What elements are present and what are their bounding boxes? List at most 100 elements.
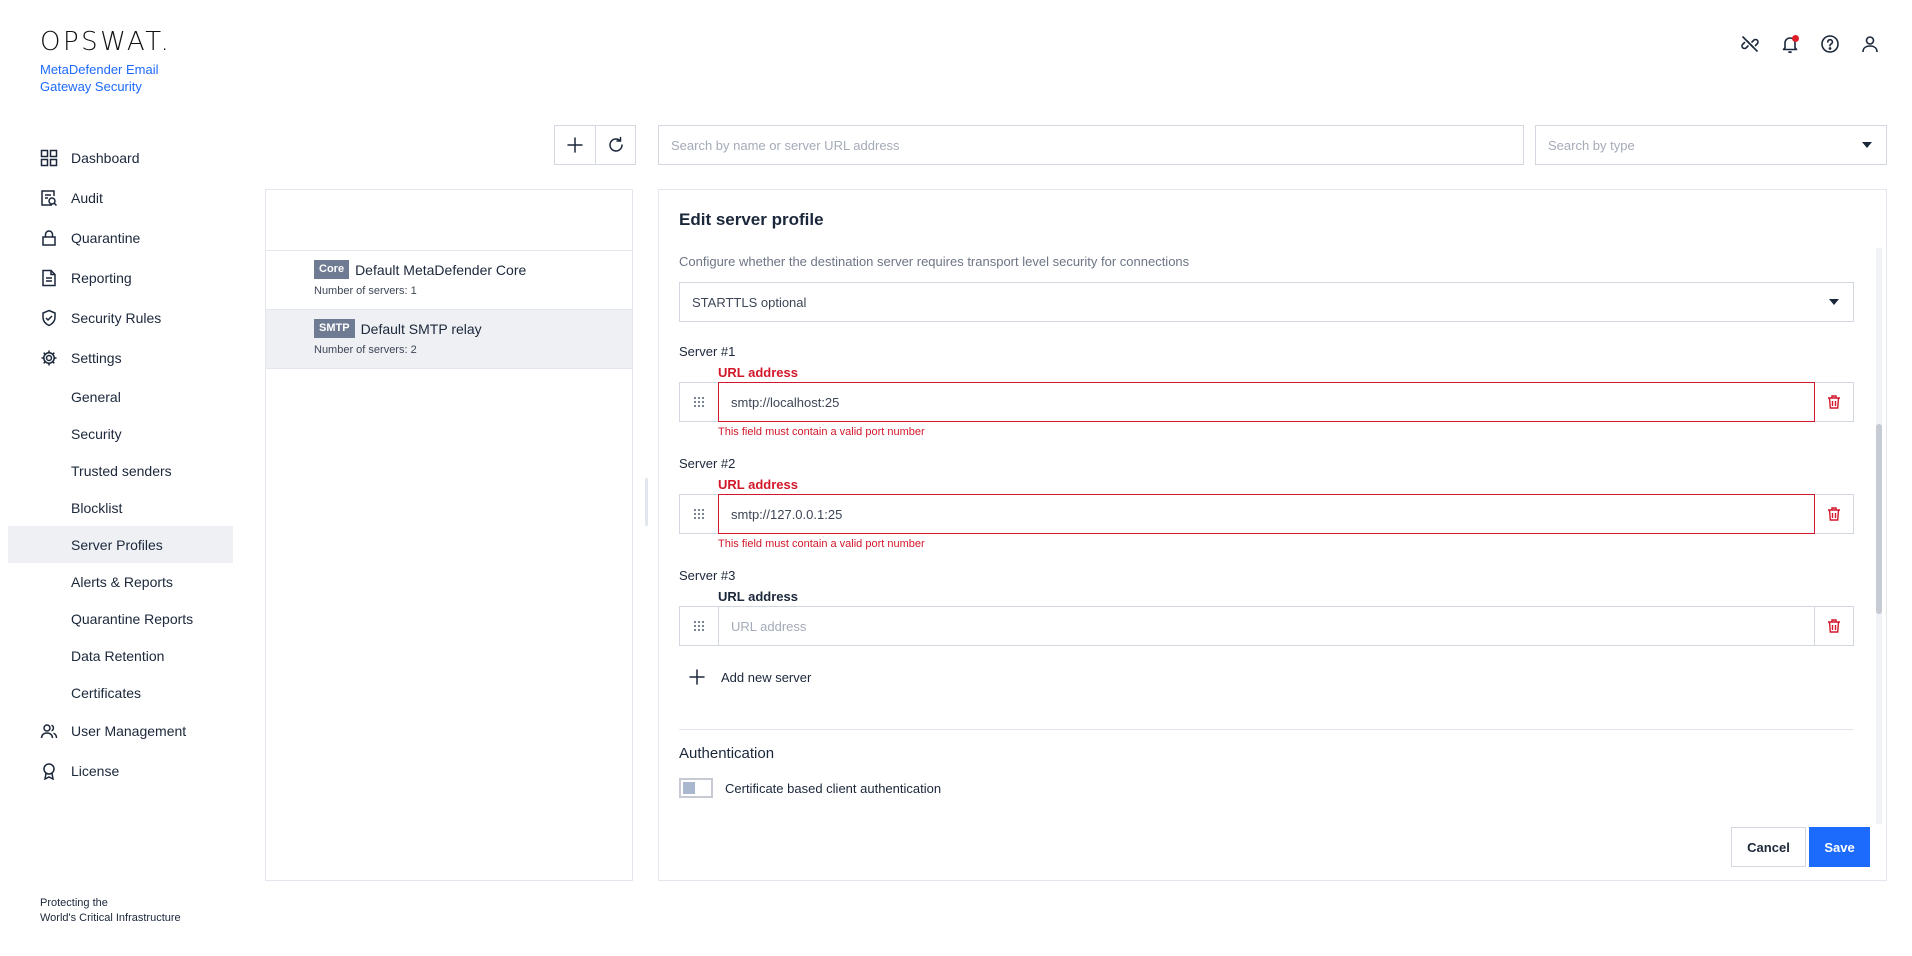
add-profile-button[interactable] bbox=[555, 126, 595, 164]
plus-icon bbox=[567, 137, 583, 153]
dashboard-icon bbox=[40, 149, 58, 167]
opswat-logo: OPSWAT. bbox=[40, 27, 172, 57]
server-3-label: Server #3 bbox=[679, 568, 736, 583]
sidebar-subitem-trusted-senders[interactable]: Trusted senders bbox=[8, 452, 233, 489]
drag-handle-icon[interactable] bbox=[679, 382, 718, 422]
sidebar-subitem-server-profiles[interactable]: Server Profiles bbox=[8, 526, 233, 563]
sidebar-subitem-quarantine-reports[interactable]: Quarantine Reports bbox=[8, 600, 233, 637]
server-3-row bbox=[679, 606, 1854, 646]
server-2-row bbox=[679, 494, 1854, 534]
cert-auth-toggle-row[interactable]: Certificate based client authentication bbox=[679, 778, 941, 798]
unlink-icon[interactable] bbox=[1740, 34, 1760, 54]
shield-check-icon bbox=[40, 309, 58, 327]
sidebar-item-reporting[interactable]: Reporting bbox=[8, 258, 233, 298]
tls-mode-value: STARTTLS optional bbox=[692, 294, 807, 310]
footer-tagline: Protecting the World's Critical Infrastr… bbox=[40, 896, 181, 926]
search-input[interactable] bbox=[658, 125, 1524, 165]
sidebar-item-user-management[interactable]: User Management bbox=[8, 711, 233, 751]
sidebar-item-quarantine[interactable]: Quarantine bbox=[8, 218, 233, 258]
drag-handle-icon[interactable] bbox=[679, 494, 718, 534]
delete-server-1-button[interactable] bbox=[1815, 382, 1854, 422]
badge-icon bbox=[40, 762, 58, 780]
profile-row[interactable]: SMTP Default SMTP relay Number of server… bbox=[266, 310, 632, 369]
server-1-url-input[interactable] bbox=[718, 382, 1815, 422]
gear-icon bbox=[40, 349, 58, 367]
sidebar-item-label: Reporting bbox=[71, 270, 132, 286]
refresh-button[interactable] bbox=[595, 126, 635, 164]
bell-icon[interactable] bbox=[1780, 34, 1800, 54]
sidebar-item-license[interactable]: License bbox=[8, 751, 233, 791]
sidebar-item-audit[interactable]: Audit bbox=[8, 178, 233, 218]
user-icon[interactable] bbox=[1860, 34, 1880, 54]
server-2-url-label: URL address bbox=[718, 477, 798, 492]
refresh-icon bbox=[608, 136, 623, 152]
help-icon[interactable] bbox=[1820, 34, 1840, 54]
server-3-url-input[interactable] bbox=[718, 606, 1815, 646]
save-button[interactable]: Save bbox=[1809, 827, 1870, 867]
footer-line: Protecting the bbox=[40, 897, 108, 909]
sidebar-item-label: Dashboard bbox=[71, 150, 140, 166]
type-badge: SMTP bbox=[314, 319, 355, 338]
trash-icon bbox=[1828, 395, 1840, 409]
plus-icon bbox=[689, 669, 705, 685]
chevron-down-icon bbox=[1862, 142, 1872, 148]
sidebar-subitem-certificates[interactable]: Certificates bbox=[8, 674, 233, 711]
audit-icon bbox=[40, 189, 58, 207]
toggle-knob bbox=[683, 782, 695, 794]
cancel-button[interactable]: Cancel bbox=[1731, 827, 1806, 867]
notification-dot bbox=[1792, 35, 1799, 42]
document-icon bbox=[40, 269, 58, 287]
trash-icon bbox=[1828, 619, 1840, 633]
users-icon bbox=[40, 722, 58, 740]
type-filter-select[interactable]: Search by type bbox=[1535, 125, 1887, 165]
resize-handle[interactable] bbox=[645, 478, 648, 526]
sidebar-subitem-security[interactable]: Security bbox=[8, 415, 233, 452]
edit-server-profile-panel: Edit server profile Configure whether th… bbox=[658, 189, 1887, 881]
profile-server-count: Number of servers: 2 bbox=[314, 344, 417, 356]
sidebar-subitem-blocklist[interactable]: Blocklist bbox=[8, 489, 233, 526]
server-1-label: Server #1 bbox=[679, 344, 736, 359]
profile-row[interactable]: Core Default MetaDefender Core Number of… bbox=[266, 251, 632, 310]
cert-auth-toggle[interactable] bbox=[679, 778, 713, 798]
sidebar-subitem-alerts-reports[interactable]: Alerts & Reports bbox=[8, 563, 233, 600]
list-header bbox=[266, 190, 632, 251]
footer-line: World's Critical Infrastructure bbox=[40, 912, 181, 924]
app-logo[interactable]: OPSWAT. MetaDefender Email Gateway Secur… bbox=[40, 28, 180, 95]
scrollbar-thumb[interactable] bbox=[1876, 424, 1882, 614]
form-scroll-area: Configure whether the destination server… bbox=[659, 248, 1872, 824]
server-1-url-label: URL address bbox=[718, 365, 798, 380]
product-name: MetaDefender Email Gateway Security bbox=[40, 62, 159, 94]
sidebar-item-label: Quarantine bbox=[71, 230, 141, 246]
sidebar-item-label: Audit bbox=[71, 190, 103, 206]
server-2-label: Server #2 bbox=[679, 456, 736, 471]
profile-list: Core Default MetaDefender Core Number of… bbox=[265, 189, 633, 881]
tls-mode-select[interactable]: STARTTLS optional bbox=[679, 282, 1854, 322]
type-filter-placeholder: Search by type bbox=[1548, 137, 1635, 153]
form-scrollbar[interactable] bbox=[1876, 248, 1882, 824]
cert-auth-label: Certificate based client authentication bbox=[725, 780, 942, 796]
profile-row-top: Core Default MetaDefender Core bbox=[314, 260, 632, 279]
top-toolbar bbox=[1740, 34, 1880, 54]
authentication-heading: Authentication bbox=[679, 745, 775, 762]
sidebar-item-label: Settings bbox=[71, 350, 122, 366]
add-new-server-label: Add new server bbox=[721, 669, 812, 685]
type-badge: Core bbox=[314, 260, 350, 279]
sidebar-item-security-rules[interactable]: Security Rules bbox=[8, 298, 233, 338]
sidebar-item-settings[interactable]: Settings bbox=[8, 338, 233, 378]
delete-server-3-button[interactable] bbox=[1815, 606, 1854, 646]
chevron-down-icon bbox=[1829, 299, 1839, 305]
tls-help-text: Configure whether the destination server… bbox=[679, 254, 1190, 269]
server-1-row bbox=[679, 382, 1854, 422]
delete-server-2-button[interactable] bbox=[1815, 494, 1854, 534]
sidebar-subitem-data-retention[interactable]: Data Retention bbox=[8, 637, 233, 674]
list-actions bbox=[554, 125, 636, 165]
add-new-server-button[interactable]: Add new server bbox=[689, 669, 811, 685]
server-2-url-input[interactable] bbox=[718, 494, 1815, 534]
profile-server-count: Number of servers: 1 bbox=[314, 285, 417, 297]
sidebar-item-dashboard[interactable]: Dashboard bbox=[8, 138, 233, 178]
server-1-error: This field must contain a valid port num… bbox=[718, 426, 925, 438]
sidebar-subitem-general[interactable]: General bbox=[8, 378, 233, 415]
panel-title: Edit server profile bbox=[679, 210, 824, 229]
drag-handle-icon[interactable] bbox=[679, 606, 718, 646]
lock-icon bbox=[40, 229, 58, 247]
